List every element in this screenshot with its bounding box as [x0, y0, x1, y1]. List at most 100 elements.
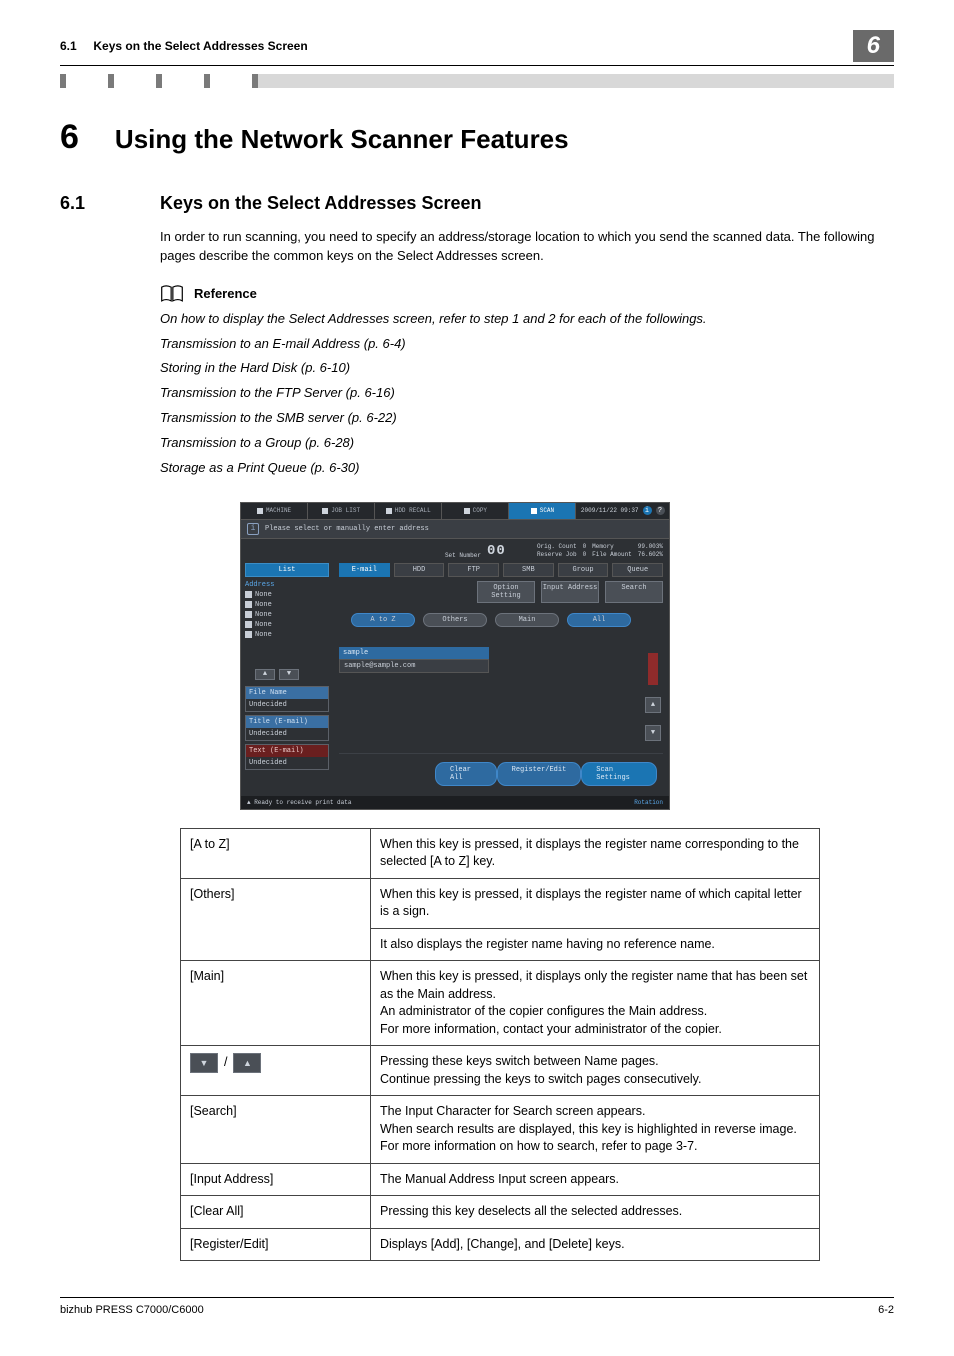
- address-slot: None: [245, 621, 329, 629]
- section-number: 6.1: [60, 193, 124, 214]
- side-pager: ▲ ▼: [255, 669, 329, 680]
- clear-all-button[interactable]: Clear All: [435, 762, 497, 786]
- address-slot: None: [245, 631, 329, 639]
- header-section-title: Keys on the Select Addresses Screen: [93, 39, 307, 53]
- desc-cell: It also displays the register name havin…: [371, 928, 820, 961]
- chapter-number: 6: [60, 118, 79, 157]
- reserve-job-value: 0: [583, 551, 587, 559]
- ui-screenshot: MACHINE JOB LIST HDD RECALL COPY SCAN 20…: [240, 502, 894, 810]
- desc-cell: Displays [Add], [Change], and [Delete] k…: [371, 1228, 820, 1261]
- key-cell: [Clear All]: [181, 1196, 371, 1229]
- scroll-handle[interactable]: [648, 653, 658, 685]
- search-button[interactable]: Search: [605, 581, 663, 603]
- reference-item: Transmission to an E-mail Address (p. 6-…: [160, 335, 894, 354]
- datetime-area: 2009/11/22 09:37 i ?: [576, 503, 669, 519]
- key-cell: [Input Address]: [181, 1163, 371, 1196]
- header-left: 6.1 Keys on the Select Addresses Screen: [60, 39, 308, 53]
- reference-intro: On how to display the Select Addresses s…: [160, 310, 894, 329]
- status-left: ▲ Ready to receive print data: [247, 799, 351, 806]
- table-row: [Register/Edit]Displays [Add], [Change],…: [181, 1228, 820, 1261]
- footer-left: bizhub PRESS C7000/C6000: [60, 1304, 204, 1316]
- table-row: [Main]When this key is pressed, it displ…: [181, 961, 820, 1046]
- desc-cell: Pressing this key deselects all the sele…: [371, 1196, 820, 1229]
- address-slot: None: [245, 591, 329, 599]
- text-field[interactable]: Text (E-mail)Undecided: [245, 744, 329, 770]
- scan-settings-button[interactable]: Scan Settings: [581, 762, 657, 786]
- desc-cell: When this key is pressed, it displays th…: [371, 878, 820, 928]
- main-body: E-mail HDD FTP SMB Group Queue Option Se…: [333, 563, 669, 796]
- orig-count-label: Orig. Count: [537, 543, 577, 551]
- reserve-job-label: Reserve Job: [537, 551, 577, 559]
- prompt-bar: i Please select or manually enter addres…: [241, 519, 669, 539]
- register-edit-button[interactable]: Register/Edit: [497, 762, 582, 786]
- input-address-button[interactable]: Input Address: [541, 581, 599, 603]
- filter-main[interactable]: Main: [495, 613, 559, 627]
- filter-all[interactable]: All: [567, 613, 631, 627]
- file-amount-value: 76.602%: [638, 551, 663, 559]
- page-down-icon[interactable]: ▼: [190, 1053, 218, 1073]
- file-name-field[interactable]: File NameUndecided: [245, 686, 329, 712]
- scroll-down-icon[interactable]: ▼: [645, 725, 661, 741]
- top-tabs: MACHINE JOB LIST HDD RECALL COPY SCAN 20…: [241, 503, 669, 519]
- header-section-num: 6.1: [60, 39, 77, 53]
- decor-bar: [60, 74, 894, 88]
- chapter-title: Using the Network Scanner Features: [115, 124, 569, 155]
- address-entry[interactable]: sample sample@sample.com: [339, 647, 489, 673]
- tab-machine[interactable]: MACHINE: [241, 503, 308, 519]
- address-slot: None: [245, 601, 329, 609]
- table-row: [A to Z]When this key is pressed, it dis…: [181, 828, 820, 878]
- option-setting-button[interactable]: Option Setting: [477, 581, 535, 603]
- reference-item: Storing in the Hard Disk (p. 6-10): [160, 359, 894, 378]
- footer-right: 6-2: [878, 1304, 894, 1316]
- dest-tab-smb[interactable]: SMB: [503, 563, 554, 577]
- chapter-title-row: 6 Using the Network Scanner Features: [60, 118, 894, 157]
- reference-block: Reference On how to display the Select A…: [160, 284, 894, 478]
- key-cell: [Main]: [181, 961, 371, 1046]
- dest-tab-queue[interactable]: Queue: [612, 563, 663, 577]
- stats-row: Set Number 00 Orig. Count 0 Memory 99.00…: [241, 539, 669, 563]
- dest-tab-hdd[interactable]: HDD: [394, 563, 445, 577]
- slash: /: [224, 1054, 227, 1072]
- dest-tab-group[interactable]: Group: [558, 563, 609, 577]
- reference-heading: Reference: [194, 286, 257, 301]
- side-down-icon[interactable]: ▼: [279, 669, 299, 680]
- side-up-icon[interactable]: ▲: [255, 669, 275, 680]
- table-row: [Clear All]Pressing this key deselects a…: [181, 1196, 820, 1229]
- status-right: Rotation: [634, 799, 663, 806]
- tab-hddrecall[interactable]: HDD RECALL: [375, 503, 442, 519]
- address-label: Address: [245, 581, 329, 589]
- key-cell: [Others]: [181, 878, 371, 961]
- tab-joblist[interactable]: JOB LIST: [308, 503, 375, 519]
- table-row: [Search]The Input Character for Search s…: [181, 1096, 820, 1164]
- reference-item: Transmission to a Group (p. 6-28): [160, 434, 894, 453]
- key-cell: [Search]: [181, 1096, 371, 1164]
- book-icon: [160, 284, 184, 304]
- orig-count-value: 0: [583, 543, 587, 551]
- tab-copy[interactable]: COPY: [442, 503, 509, 519]
- reference-item: Transmission to the SMB server (p. 6-22): [160, 409, 894, 428]
- desc-cell: The Input Character for Search screen ap…: [371, 1096, 820, 1164]
- title-field[interactable]: Title (E-mail)Undecided: [245, 715, 329, 741]
- page-header: 6.1 Keys on the Select Addresses Screen …: [60, 30, 894, 66]
- dest-tab-ftp[interactable]: FTP: [448, 563, 499, 577]
- dest-tab-email[interactable]: E-mail: [339, 563, 390, 577]
- status-bar: ▲ Ready to receive print data Rotation: [241, 796, 669, 809]
- page-footer: bizhub PRESS C7000/C6000 6-2: [60, 1297, 894, 1316]
- tab-scan[interactable]: SCAN: [509, 503, 576, 519]
- list-button[interactable]: List: [245, 563, 329, 577]
- scroll-up-icon[interactable]: ▲: [645, 697, 661, 713]
- table-row: [Others]When this key is pressed, it dis…: [181, 878, 820, 928]
- filter-atoz[interactable]: A to Z: [351, 613, 415, 627]
- section-title: Keys on the Select Addresses Screen: [160, 193, 481, 214]
- address-slot: None: [245, 611, 329, 619]
- set-number-value: 00: [487, 543, 513, 559]
- desc-cell: Pressing these keys switch between Name …: [371, 1046, 820, 1096]
- intro-paragraph: In order to run scanning, you need to sp…: [160, 228, 894, 266]
- page-up-icon[interactable]: ▲: [233, 1053, 261, 1073]
- filter-others[interactable]: Others: [423, 613, 487, 627]
- table-row: [Input Address]The Manual Address Input …: [181, 1163, 820, 1196]
- key-cell: [Register/Edit]: [181, 1228, 371, 1261]
- help-icon[interactable]: ?: [656, 506, 665, 515]
- section-heading: 6.1 Keys on the Select Addresses Screen: [60, 193, 894, 214]
- info-icon[interactable]: i: [643, 506, 652, 515]
